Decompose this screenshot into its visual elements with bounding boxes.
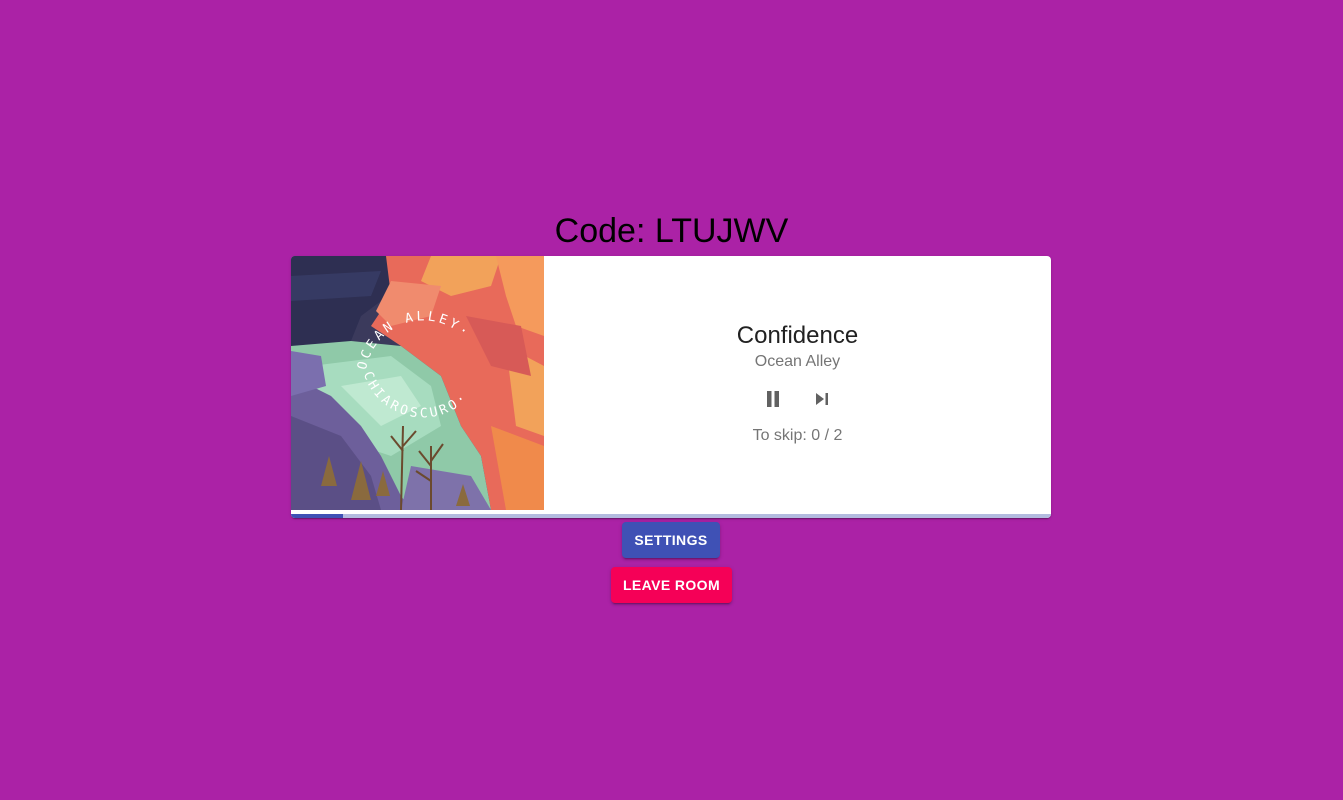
song-progress-bar [291,514,1051,518]
settings-button[interactable]: SETTINGS [622,522,720,558]
music-player-card: OCEAN ALLEY· CHIAROSCURO· Confidence Oce… [291,256,1051,518]
pause-icon [767,391,780,407]
album-cover-image: OCEAN ALLEY· CHIAROSCURO· [291,256,544,510]
leave-room-button[interactable]: LEAVE ROOM [611,567,732,603]
song-progress-fill [291,514,343,518]
track-title: Confidence [736,322,859,349]
skip-next-icon [815,393,828,405]
room-code-heading: Code: LTUJWV [554,212,789,250]
track-artist: Ocean Alley [754,353,841,370]
playback-controls [544,384,1051,414]
skip-vote-count: To skip: 0 / 2 [752,427,843,444]
play-pause-button[interactable] [753,384,793,414]
skip-button[interactable] [802,384,842,414]
track-info: Confidence Ocean Alley To skip: 0 / 2 [544,256,1051,510]
